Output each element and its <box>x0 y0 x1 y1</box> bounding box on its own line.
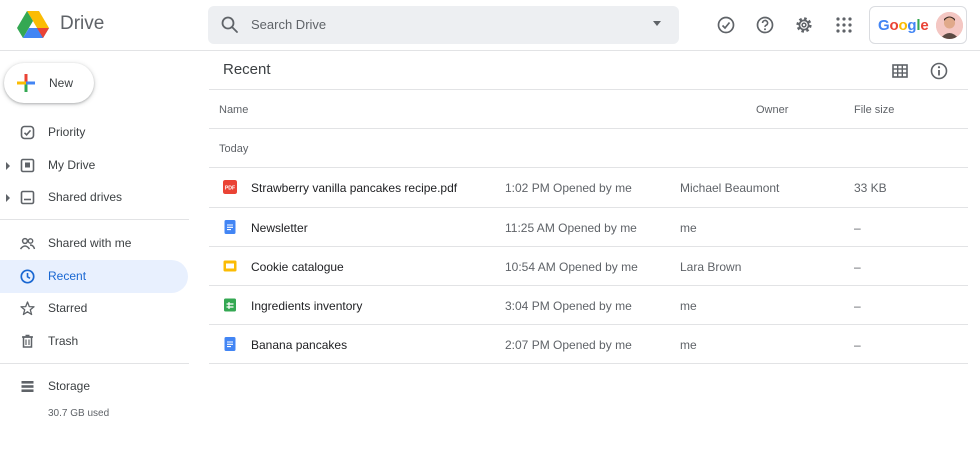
section-label-today: Today <box>219 143 249 155</box>
sidebar-item-label: Storage <box>48 379 91 393</box>
divider <box>209 128 968 129</box>
column-header-file-size[interactable]: File size <box>854 104 894 116</box>
file-owner: Lara Brown <box>680 260 742 274</box>
search-options-icon[interactable] <box>653 21 661 26</box>
storage-icon <box>21 381 34 392</box>
sidebar-item-recent[interactable]: Recent <box>0 260 188 293</box>
new-button[interactable]: New <box>4 63 94 103</box>
file-name: Newsletter <box>251 221 308 235</box>
sidebar-item-label: Priority <box>48 125 86 139</box>
sidebar-item-priority[interactable]: Priority <box>0 116 188 149</box>
file-size: – <box>854 221 861 235</box>
file-size: – <box>854 338 861 352</box>
sheets-file-icon <box>224 298 236 312</box>
file-owner: Michael Beaumont <box>680 181 780 195</box>
search-icon[interactable] <box>220 15 240 35</box>
google-letter: e <box>920 17 929 34</box>
help-icon[interactable] <box>754 14 776 36</box>
new-button-label: New <box>49 76 74 90</box>
sidebar-item-trash[interactable]: Trash <box>0 325 188 358</box>
expand-caret-icon[interactable] <box>6 162 10 170</box>
sidebar-item-label: Shared drives <box>48 190 123 204</box>
brand-title[interactable]: Drive <box>60 13 104 35</box>
divider <box>209 363 968 364</box>
shared-drives-icon <box>20 190 35 205</box>
avatar[interactable] <box>936 12 963 39</box>
sidebar-item-shared-with-me[interactable]: Shared with me <box>0 227 188 260</box>
file-last-opened: 2:07 PM Opened by me <box>505 338 632 352</box>
apps-grid-icon[interactable] <box>833 14 855 36</box>
table-row[interactable]: Ingredients inventory 3:04 PM Opened by … <box>209 286 968 325</box>
table-row[interactable]: Banana pancakes 2:07 PM Opened by me me … <box>209 325 968 364</box>
pdf-icon-label: PDF <box>225 185 235 191</box>
sidebar-item-shared-drives[interactable]: Shared drives <box>0 181 188 214</box>
clock-icon <box>20 269 35 284</box>
slides-file-icon <box>223 260 237 272</box>
google-letter: G <box>878 17 890 34</box>
file-last-opened: 3:04 PM Opened by me <box>505 299 632 313</box>
top-bar: Drive Search Drive Google <box>0 0 980 51</box>
pdf-file-icon: PDF <box>223 180 237 194</box>
user-avatar-icon <box>936 12 963 39</box>
star-icon <box>20 301 35 316</box>
file-size: 33 KB <box>854 181 887 195</box>
table-row[interactable]: Newsletter 11:25 AM Opened by me me – <box>209 208 968 247</box>
page-title: Recent <box>223 61 271 78</box>
sidebar-divider <box>0 219 189 220</box>
file-name: Banana pancakes <box>251 338 348 352</box>
column-header-name[interactable]: Name <box>219 104 248 116</box>
trash-icon <box>22 334 33 348</box>
sidebar-item-label: Trash <box>48 334 79 348</box>
shared-with-me-icon <box>19 237 36 250</box>
drive-logo-icon[interactable] <box>17 10 49 38</box>
settings-gear-icon[interactable] <box>793 14 815 36</box>
sidebar-divider <box>0 363 189 364</box>
sidebar-item-label: Shared with me <box>48 236 132 250</box>
storage-used-text: 30.7 GB used <box>48 408 110 419</box>
sidebar-item-label: Recent <box>48 269 87 283</box>
my-drive-icon <box>20 158 35 173</box>
sidebar-item-label: Starred <box>48 301 88 315</box>
sidebar-item-my-drive[interactable]: My Drive <box>0 149 188 182</box>
column-header-owner[interactable]: Owner <box>756 104 788 116</box>
file-name: Ingredients inventory <box>251 299 363 313</box>
table-row[interactable]: Cookie catalogue 10:54 AM Opened by me L… <box>209 247 968 286</box>
info-icon[interactable] <box>929 61 949 81</box>
search-input[interactable]: Search Drive <box>251 17 326 32</box>
sidebar-item-storage[interactable]: Storage <box>0 370 188 403</box>
file-last-opened: 1:02 PM Opened by me <box>505 181 632 195</box>
file-size: – <box>854 260 861 274</box>
file-last-opened: 11:25 AM Opened by me <box>505 221 637 235</box>
grid-view-icon[interactable] <box>890 61 910 81</box>
file-name: Strawberry vanilla pancakes recipe.pdf <box>251 181 458 195</box>
file-owner: me <box>680 299 697 313</box>
offline-status-icon[interactable] <box>715 14 737 36</box>
file-owner: me <box>680 338 697 352</box>
plus-icon <box>17 74 35 92</box>
file-name: Cookie catalogue <box>251 260 344 274</box>
priority-icon <box>20 125 35 140</box>
account-switcher[interactable]: Google <box>869 6 967 44</box>
file-owner: me <box>680 221 697 235</box>
file-last-opened: 10:54 AM Opened by me <box>505 260 638 274</box>
google-wordmark: Google <box>878 17 929 34</box>
expand-caret-icon[interactable] <box>6 194 10 202</box>
sidebar-item-starred[interactable]: Starred <box>0 292 188 325</box>
file-size: – <box>854 299 861 313</box>
docs-file-icon <box>224 337 236 351</box>
table-row[interactable]: PDF Strawberry vanilla pancakes recipe.p… <box>209 168 968 207</box>
divider <box>209 89 968 90</box>
search-bar[interactable]: Search Drive <box>208 6 679 44</box>
docs-file-icon <box>224 220 236 234</box>
sidebar-item-label: My Drive <box>48 158 96 172</box>
